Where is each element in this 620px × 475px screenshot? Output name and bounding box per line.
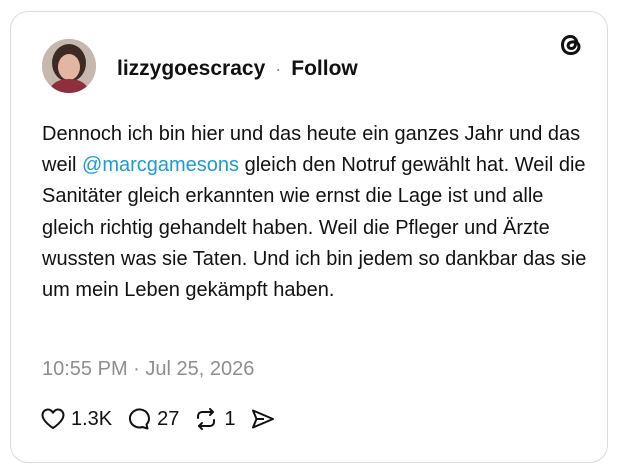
heart-icon	[40, 407, 66, 431]
threads-logo-icon[interactable]	[556, 30, 586, 60]
follow-button[interactable]: Follow	[291, 57, 358, 81]
action-bar: 1.3K 27 1	[40, 405, 290, 433]
share-button[interactable]	[250, 407, 276, 431]
like-button[interactable]: 1.3K	[40, 407, 112, 431]
send-icon	[250, 407, 276, 431]
username[interactable]: lizzygoescracy	[117, 57, 265, 81]
post-text: Dennoch ich bin hier und das heute ein g…	[42, 119, 587, 306]
separator-dot: ·	[275, 58, 282, 79]
post-card: lizzygoescracy · Follow Dennoch ich bin …	[10, 11, 608, 463]
reply-bubble-icon	[126, 407, 152, 431]
post-timestamp: 10:55 PM · Jul 25, 2026	[42, 358, 255, 380]
mention-link[interactable]: @marcgamesons	[82, 154, 239, 176]
repost-icon	[193, 407, 219, 431]
reply-count: 27	[157, 407, 180, 430]
post-text-part-2: gleich den Notruf gewählt hat. Weil die …	[42, 154, 587, 302]
repost-button[interactable]: 1	[193, 407, 236, 431]
like-count: 1.3K	[71, 407, 113, 430]
avatar[interactable]	[42, 39, 96, 93]
repost-count: 1	[224, 407, 236, 430]
post-header: lizzygoescracy · Follow	[117, 56, 358, 82]
reply-button[interactable]: 27	[126, 407, 179, 431]
